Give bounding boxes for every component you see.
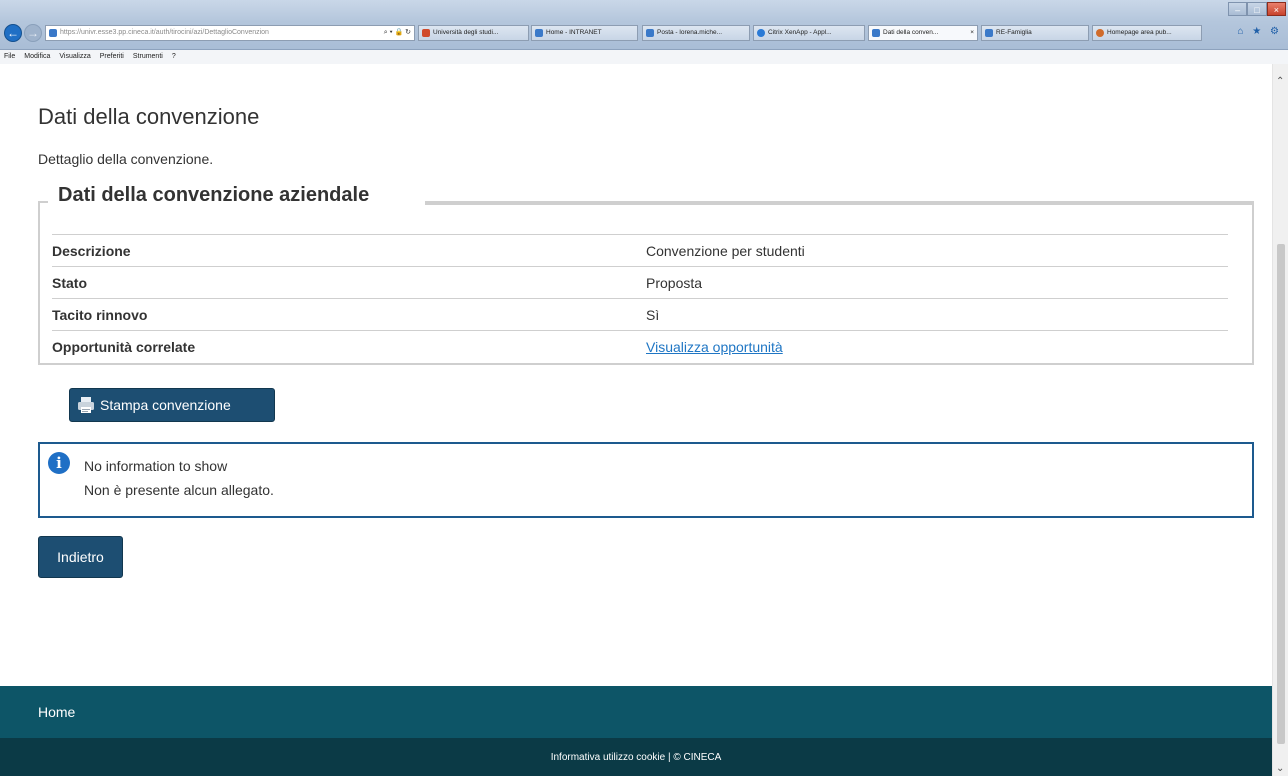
table-row: Opportunità correlate Visualizza opportu… — [52, 330, 1228, 363]
print-button-label: Stampa convenzione — [100, 397, 231, 413]
browser-tab-citrix[interactable]: Citrix XenApp - Appl... — [753, 25, 865, 41]
favicon-icon — [1096, 29, 1104, 37]
menu-preferiti[interactable]: Preferiti — [100, 50, 124, 64]
menu-help[interactable]: ? — [172, 50, 176, 64]
back-arrow-icon[interactable]: ← — [4, 24, 22, 42]
minimize-icon[interactable]: – — [1228, 2, 1248, 16]
favicon-icon — [985, 29, 993, 37]
footer-home-link[interactable]: Home — [38, 704, 75, 720]
browser-tab-homepage[interactable]: Homepage area pub... — [1092, 25, 1202, 41]
scroll-up-icon[interactable]: ⌃ — [1276, 76, 1284, 87]
address-bar[interactable]: https://univr.esse3.pp.cineca.it/auth/ti… — [45, 25, 415, 41]
printer-icon — [78, 397, 94, 413]
browser-tab-dati-convenzione[interactable]: Dati della conven... × — [868, 25, 978, 41]
browser-chrome: ← → https://univr.esse3.pp.cineca.it/aut… — [0, 0, 1288, 64]
address-url: https://univr.esse3.pp.cineca.it/auth/ti… — [60, 29, 269, 36]
favicon-icon — [872, 29, 880, 37]
browser-tab-posta[interactable]: Posta - lorena.miche... — [642, 25, 750, 41]
detail-table: Descrizione Convenzione per studenti Sta… — [52, 234, 1228, 363]
detail-key: Tacito rinnovo — [52, 298, 646, 331]
info-message-text: Non è presente alcun allegato. — [84, 482, 274, 498]
detail-value: Sì — [646, 298, 1228, 331]
tab-close-icon[interactable]: × — [970, 26, 977, 40]
menu-modifica[interactable]: Modifica — [24, 50, 50, 64]
fieldset-border-left — [38, 201, 48, 203]
fieldset-legend: Dati della convenzione aziendale — [58, 184, 374, 207]
scroll-down-icon[interactable]: ⌄ — [1276, 763, 1284, 774]
ie-icon — [49, 29, 57, 37]
browser-tab-universita[interactable]: Università degli studi... — [418, 25, 529, 41]
info-message-title: No information to show — [84, 458, 228, 474]
footer-bottom[interactable]: Informativa utilizzo cookie | © CINECA — [0, 738, 1272, 776]
detail-key: Opportunità correlate — [52, 330, 646, 363]
detail-value: Proposta — [646, 266, 1228, 299]
window-controls: – □ × — [1228, 2, 1286, 16]
detail-key: Stato — [52, 266, 646, 299]
page-title: Dati della convenzione — [38, 104, 260, 129]
favicon-icon — [535, 29, 543, 37]
favicon-icon — [646, 29, 654, 37]
menu-visualizza[interactable]: Visualizza — [59, 50, 90, 64]
browser-toolbar: ← → https://univr.esse3.pp.cineca.it/aut… — [0, 0, 1288, 50]
page-content: Dati della convenzione Dettaglio della c… — [0, 64, 1272, 776]
menu-file[interactable]: File — [4, 50, 15, 64]
detail-value: Convenzione per studenti — [646, 234, 1228, 267]
print-convention-button[interactable]: Stampa convenzione — [69, 388, 275, 422]
forward-arrow-icon[interactable]: → — [24, 24, 42, 42]
scrollbar-thumb[interactable] — [1277, 244, 1285, 744]
favicon-icon — [757, 29, 765, 37]
back-button[interactable]: Indietro — [38, 536, 123, 578]
detail-value: Visualizza opportunità — [646, 330, 1228, 363]
detail-key: Descrizione — [52, 234, 646, 267]
page-description: Dettaglio della convenzione. — [38, 151, 214, 167]
view-opportunities-link[interactable]: Visualizza opportunità — [646, 339, 783, 355]
browser-tools-icons[interactable]: ⌂ ★ ⚙ — [1237, 26, 1282, 37]
close-icon[interactable]: × — [1266, 2, 1286, 16]
table-row: Stato Proposta — [52, 266, 1228, 299]
browser-tab-re-famiglia[interactable]: RE-Famiglia — [981, 25, 1089, 41]
maximize-icon[interactable]: □ — [1247, 2, 1267, 16]
info-message-box: i No information to show Non è presente … — [38, 442, 1254, 518]
menu-bar: File Modifica Visualizza Preferiti Strum… — [0, 50, 1288, 64]
browser-tab-intranet[interactable]: Home - INTRANET — [531, 25, 638, 41]
fieldset-border-right — [425, 201, 1254, 205]
menu-strumenti[interactable]: Strumenti — [133, 50, 163, 64]
scrollbar[interactable]: ⌃ ⌄ — [1272, 64, 1288, 776]
info-icon: i — [48, 452, 70, 474]
favicon-icon — [422, 29, 430, 37]
table-row: Descrizione Convenzione per studenti — [52, 234, 1228, 267]
footer-nav: Home — [0, 686, 1272, 738]
address-controls[interactable]: ⌕ ▾ 🔒 ↻ — [384, 26, 414, 40]
table-row: Tacito rinnovo Sì — [52, 298, 1228, 331]
